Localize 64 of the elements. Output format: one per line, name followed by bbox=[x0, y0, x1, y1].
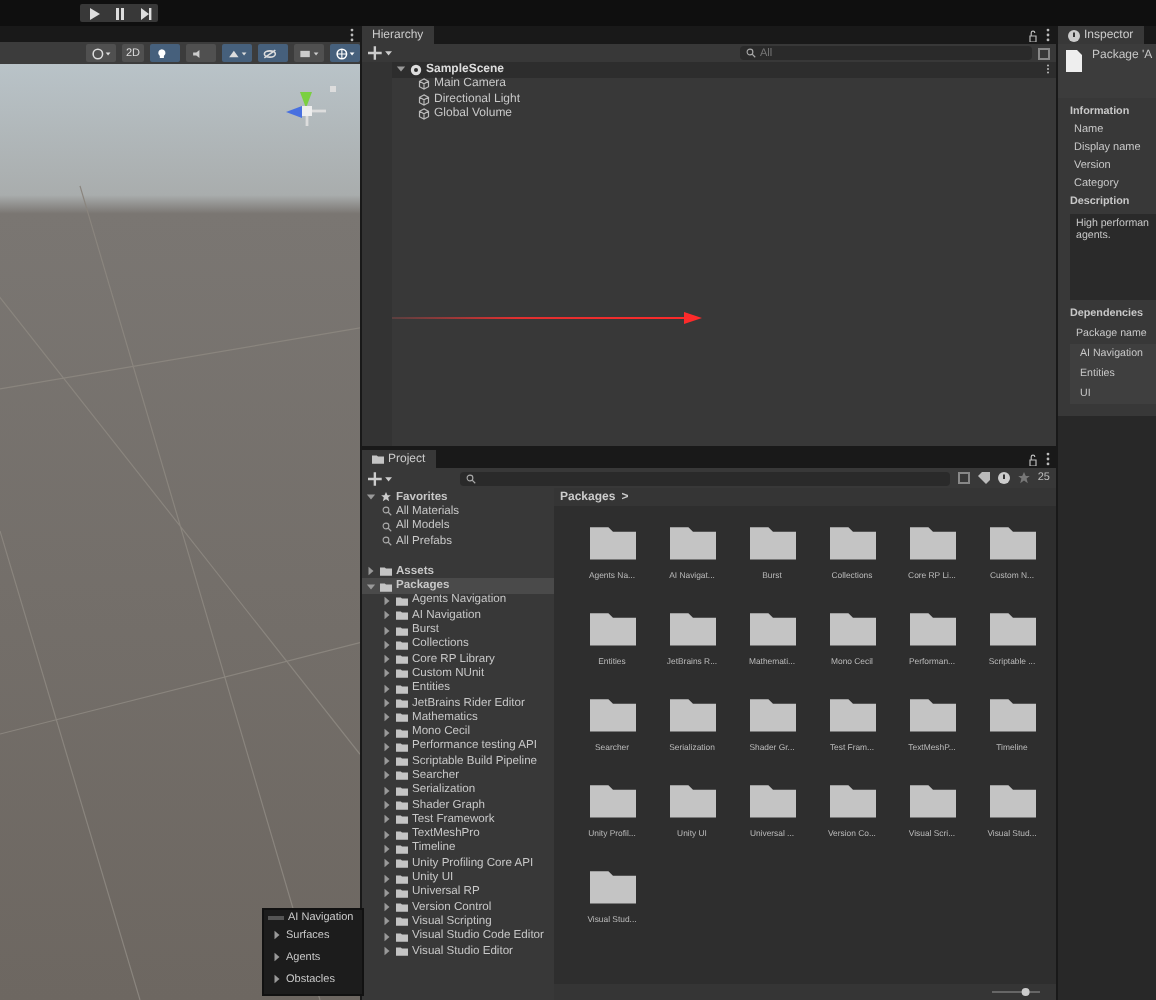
folder-icon bbox=[372, 454, 384, 464]
folder-icon bbox=[669, 522, 715, 560]
folder-icon bbox=[589, 694, 635, 732]
folder-icon bbox=[669, 608, 715, 646]
search-icon bbox=[382, 506, 392, 517]
folder-icon bbox=[669, 780, 715, 818]
collapsed-arrow-icon[interactable] bbox=[366, 566, 376, 577]
gizmos-toggle[interactable] bbox=[330, 44, 360, 62]
collapsed-arrow-icon[interactable] bbox=[272, 952, 282, 962]
folder-icon bbox=[989, 522, 1035, 560]
label-icon[interactable] bbox=[977, 472, 990, 484]
camera-icon bbox=[298, 45, 320, 61]
folder-icon bbox=[989, 780, 1035, 818]
gizmos-icon bbox=[334, 45, 356, 61]
folder-icon bbox=[989, 608, 1035, 646]
add-dropdown-icon[interactable] bbox=[368, 471, 392, 485]
folder-icon bbox=[909, 608, 955, 646]
play-icon bbox=[87, 7, 99, 19]
drag-handle[interactable] bbox=[268, 916, 284, 920]
folder-icon bbox=[829, 694, 875, 732]
folder-icon bbox=[989, 694, 1035, 732]
info-icon[interactable] bbox=[997, 472, 1010, 484]
folder-icon bbox=[589, 522, 635, 560]
folder-icon bbox=[909, 780, 955, 818]
folder-icon bbox=[829, 608, 875, 646]
folder-icon bbox=[909, 522, 955, 560]
search-icon bbox=[466, 473, 476, 483]
folder-icon bbox=[749, 780, 795, 818]
star-icon[interactable] bbox=[1017, 472, 1030, 484]
effects-toggle[interactable] bbox=[222, 44, 252, 62]
visibility-toggle[interactable] bbox=[258, 44, 288, 62]
document-icon bbox=[1066, 50, 1082, 72]
search-icon bbox=[746, 48, 756, 58]
lock-icon[interactable] bbox=[1028, 453, 1038, 465]
camera-toggle[interactable] bbox=[294, 44, 324, 62]
folder-icon bbox=[829, 780, 875, 818]
shading-icon bbox=[90, 45, 112, 61]
shading-toggle[interactable] bbox=[86, 44, 116, 62]
effects-icon bbox=[226, 45, 248, 61]
expanded-arrow-icon[interactable] bbox=[396, 64, 406, 75]
zoom-slider[interactable] bbox=[992, 988, 1040, 996]
folder-icon bbox=[909, 694, 955, 732]
folder-icon bbox=[589, 780, 635, 818]
folder-icon bbox=[749, 608, 795, 646]
collapsed-arrow-icon[interactable] bbox=[272, 930, 282, 940]
star-icon bbox=[380, 492, 392, 503]
lighting-toggle[interactable] bbox=[150, 44, 180, 62]
step-icon bbox=[139, 7, 151, 19]
folder-icon bbox=[589, 866, 635, 904]
search-icon bbox=[382, 536, 392, 547]
search-icon bbox=[382, 521, 392, 532]
audio-toggle[interactable] bbox=[186, 44, 216, 62]
folder-icon bbox=[589, 608, 635, 646]
folder-icon bbox=[749, 694, 795, 732]
collapsed-arrow-icon[interactable] bbox=[272, 974, 282, 984]
search-field[interactable] bbox=[460, 471, 950, 485]
folder-icon bbox=[669, 694, 715, 732]
folder-icon bbox=[749, 522, 795, 560]
lock-icon[interactable] bbox=[1028, 29, 1038, 41]
expanded-arrow-icon[interactable] bbox=[366, 492, 376, 503]
pause-icon bbox=[113, 7, 125, 19]
add-dropdown-icon[interactable] bbox=[368, 46, 392, 60]
folder-icon bbox=[829, 522, 875, 560]
expanded-arrow-icon[interactable] bbox=[366, 581, 376, 592]
